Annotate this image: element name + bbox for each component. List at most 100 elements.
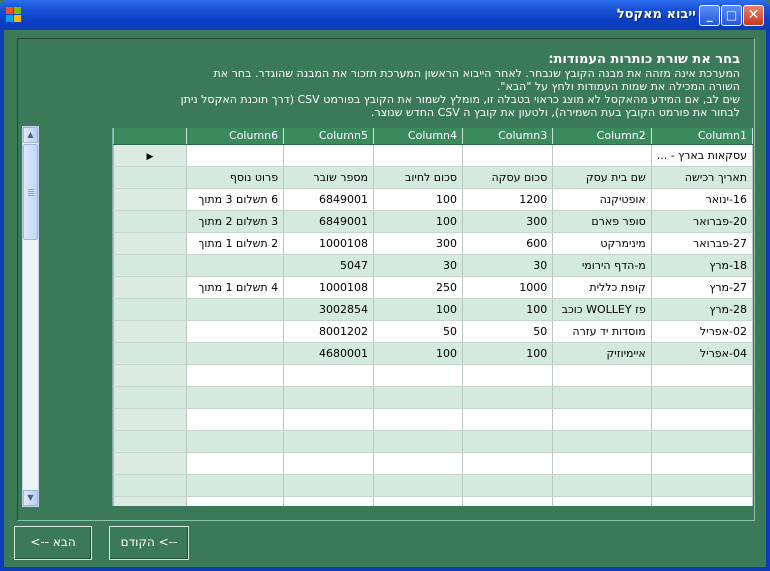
grid-cell[interactable] <box>552 364 652 387</box>
grid-cell[interactable]: 30 <box>373 254 464 277</box>
row-header[interactable] <box>113 342 187 365</box>
grid-cell[interactable] <box>552 144 652 167</box>
grid-cell[interactable] <box>186 496 285 506</box>
grid-cell[interactable] <box>373 386 464 409</box>
row-header[interactable]: ▶ <box>113 144 187 167</box>
grid-cell[interactable]: סכום עסקה <box>462 166 554 189</box>
grid-cell[interactable] <box>283 496 374 506</box>
grid-cell[interactable] <box>186 452 285 475</box>
row-header[interactable] <box>113 276 187 299</box>
grid-cell[interactable]: 30 <box>462 254 554 277</box>
grid-cell[interactable] <box>651 474 753 497</box>
grid-cell[interactable] <box>552 430 652 453</box>
grid-cell[interactable]: קופת כללית <box>552 276 652 299</box>
grid-cell[interactable] <box>462 496 554 506</box>
grid-cell[interactable] <box>552 408 652 431</box>
row-header[interactable] <box>113 474 187 497</box>
grid-cell[interactable] <box>462 144 554 167</box>
table-row[interactable]: 27-פברואר מינימרקט 600 300 1000108 2 תשלום 1 … <box>113 232 753 255</box>
grid-cell[interactable] <box>373 452 464 475</box>
grid-cell[interactable]: מוסדות יד עזרה <box>552 320 652 343</box>
grid-cell[interactable] <box>651 386 753 409</box>
grid-cell[interactable] <box>186 364 285 387</box>
table-row[interactable]: 16-ינואר אופטיקנה 1200 100 6849001 6 תשלום 3 … <box>113 188 753 211</box>
row-header[interactable] <box>113 166 187 189</box>
column-header[interactable]: Column3 <box>462 128 554 145</box>
column-header[interactable]: Column6 <box>186 128 285 145</box>
table-row[interactable] <box>113 386 753 409</box>
grid-cell[interactable] <box>552 452 652 475</box>
grid-cell[interactable] <box>651 364 753 387</box>
table-row[interactable]: 04-אפריל איימיוזיק 100 100 4680001 <box>113 342 753 365</box>
next-button[interactable]: הבא --> <box>14 526 92 560</box>
table-row[interactable]: תאריך רכישה שם בית עסק סכום עסקה סכום לחיוב… <box>113 166 753 189</box>
row-header[interactable] <box>113 188 187 211</box>
grid-cell[interactable] <box>373 430 464 453</box>
column-header[interactable]: Column5 <box>283 128 374 145</box>
row-header[interactable] <box>113 210 187 233</box>
grid-cell[interactable]: 100 <box>373 188 464 211</box>
grid-cell[interactable]: 300 <box>462 210 554 233</box>
table-row[interactable]: עסקאות בארץ - ... ▶ <box>113 144 753 167</box>
title-bar[interactable]: ייבוא מאקסל _ □ ✕ <box>0 0 770 30</box>
grid-cell[interactable]: 20-פברואר <box>651 210 753 233</box>
row-header[interactable] <box>113 452 187 475</box>
grid-cell[interactable] <box>186 408 285 431</box>
grid-cell[interactable] <box>283 452 374 475</box>
grid-cell[interactable] <box>283 408 374 431</box>
grid-cell[interactable] <box>373 496 464 506</box>
grid-cell[interactable] <box>186 144 285 167</box>
grid-cell[interactable]: 1200 <box>462 188 554 211</box>
grid-cell[interactable] <box>462 386 554 409</box>
table-row[interactable]: 28-מרץ פז WOLLEY כוכב 100 100 3002854 <box>113 298 753 321</box>
grid-cell[interactable] <box>651 452 753 475</box>
column-header[interactable]: Column1 <box>651 128 753 145</box>
grid-cell[interactable]: פז WOLLEY כוכב <box>552 298 652 321</box>
grid-cell[interactable]: 16-ינואר <box>651 188 753 211</box>
table-row[interactable] <box>113 474 753 497</box>
grid-cell[interactable] <box>283 430 374 453</box>
grid-cell[interactable] <box>186 342 285 365</box>
grid-cell[interactable]: סופר פארם <box>552 210 652 233</box>
grid-cell[interactable]: שם בית עסק <box>552 166 652 189</box>
grid-cell[interactable]: 600 <box>462 232 554 255</box>
grid-cell[interactable]: 27-פברואר <box>651 232 753 255</box>
grid-cell[interactable] <box>373 408 464 431</box>
grid-cell[interactable]: 04-אפריל <box>651 342 753 365</box>
grid-cell[interactable]: מ-הדף הירומי <box>552 254 652 277</box>
grid-cell[interactable] <box>462 430 554 453</box>
grid-cell[interactable]: 50 <box>373 320 464 343</box>
row-header[interactable] <box>113 496 187 506</box>
grid-cell[interactable]: פרוט נוסף <box>186 166 285 189</box>
grid-cell[interactable] <box>651 496 753 506</box>
column-header[interactable]: Column4 <box>373 128 464 145</box>
grid-cell[interactable]: עסקאות בארץ - ... <box>651 144 753 167</box>
grid-cell[interactable]: 6 תשלום 3 מתוך <box>186 188 285 211</box>
grid-cell[interactable]: 100 <box>373 210 464 233</box>
grid-cell[interactable] <box>186 298 285 321</box>
grid-cell[interactable] <box>552 496 652 506</box>
table-row[interactable] <box>113 364 753 387</box>
grid-cell[interactable] <box>283 144 374 167</box>
data-grid[interactable]: Column1 Column2 Column3 Column4 Column5 Colum… <box>112 128 753 506</box>
table-row[interactable] <box>113 496 753 506</box>
previous-button[interactable]: --> הקודם <box>109 526 189 560</box>
grid-cell[interactable]: 3002854 <box>283 298 374 321</box>
grid-cell[interactable]: 100 <box>462 342 554 365</box>
grid-cell[interactable]: סכום לחיוב <box>373 166 464 189</box>
grid-cell[interactable]: 100 <box>462 298 554 321</box>
scroll-up-button[interactable]: ▲ <box>23 127 38 143</box>
table-row[interactable] <box>113 452 753 475</box>
grid-cell[interactable]: 1000 <box>462 276 554 299</box>
grid-cell[interactable] <box>651 430 753 453</box>
grid-cell[interactable]: 6849001 <box>283 210 374 233</box>
grid-cell[interactable] <box>462 408 554 431</box>
grid-cell[interactable]: 50 <box>462 320 554 343</box>
grid-cell[interactable]: 4680001 <box>283 342 374 365</box>
grid-cell[interactable]: 2 תשלום 1 מתוך <box>186 232 285 255</box>
grid-cell[interactable] <box>283 364 374 387</box>
grid-cell[interactable]: 6849001 <box>283 188 374 211</box>
grid-cell[interactable] <box>552 386 652 409</box>
grid-cell[interactable]: 1000108 <box>283 232 374 255</box>
grid-cell[interactable] <box>462 364 554 387</box>
